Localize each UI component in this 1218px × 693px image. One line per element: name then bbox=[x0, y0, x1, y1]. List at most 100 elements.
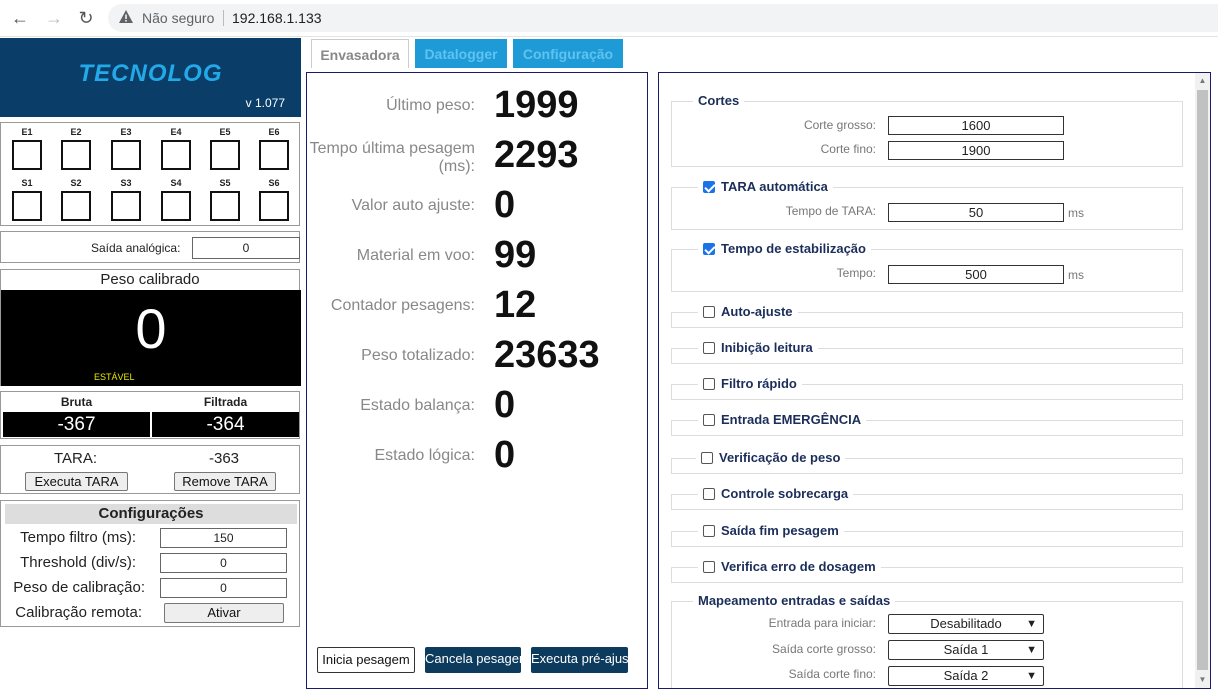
option-legend[interactable]: Filtro rápido bbox=[698, 376, 802, 391]
tab-configuracao[interactable]: Configuração bbox=[513, 39, 623, 68]
executa-pre-ajuste-button[interactable]: Executa pré-ajuste bbox=[531, 647, 628, 673]
tara-value: -363 bbox=[209, 450, 240, 467]
vertical-scrollbar[interactable]: ▲ ▼ bbox=[1195, 73, 1210, 688]
analog-output-label: Saída analógica: bbox=[91, 241, 181, 255]
option-legend[interactable]: Auto-ajuste bbox=[698, 304, 798, 319]
scroll-down-icon[interactable]: ▼ bbox=[1195, 675, 1210, 684]
address-bar[interactable]: Não seguro 192.168.1.133 bbox=[108, 4, 1218, 32]
option-checkbox[interactable] bbox=[703, 525, 715, 537]
saida-corte-grosso-select[interactable]: Saída 1 ▼ bbox=[888, 640, 1044, 660]
output-indicator-s4[interactable] bbox=[161, 191, 191, 221]
tara-automatica-fieldset: TARA automática Tempo de TARA: 50 ms bbox=[671, 179, 1183, 230]
input-label-e4: E4 bbox=[170, 127, 182, 137]
metric-value: 0 bbox=[494, 434, 516, 476]
remove-tara-button[interactable]: Remove TARA bbox=[174, 472, 276, 491]
option-legend[interactable]: Inibição leitura bbox=[698, 340, 818, 355]
inicia-pesagem-button[interactable]: Inicia pesagem bbox=[317, 647, 415, 673]
tempo-estabilizacao-input[interactable]: 500 bbox=[888, 265, 1064, 284]
peso-calibracao-input[interactable]: 0 bbox=[160, 578, 287, 598]
mapeamento-fieldset: Mapeamento entradas e saídas Entrada par… bbox=[671, 593, 1183, 688]
security-label[interactable]: Não seguro bbox=[142, 10, 214, 26]
back-arrow-icon[interactable]: ← bbox=[8, 6, 32, 30]
filtrada-value: -364 bbox=[152, 412, 299, 437]
output-indicator-s6[interactable] bbox=[259, 191, 289, 221]
option-checkbox[interactable] bbox=[703, 306, 715, 318]
option-legend[interactable]: Verifica erro de dosagem bbox=[698, 559, 881, 574]
input-label-e2: E2 bbox=[70, 127, 82, 137]
input-indicator-e3 bbox=[111, 140, 141, 170]
output-indicator-s1[interactable] bbox=[12, 191, 42, 221]
estabilizacao-legend: Tempo de estabilização bbox=[698, 241, 871, 256]
output-indicator-s5[interactable] bbox=[210, 191, 240, 221]
metric-value: 23633 bbox=[494, 334, 600, 376]
option-fieldset: Inibição leitura bbox=[671, 340, 1183, 364]
entrada-iniciar-value: Desabilitado bbox=[930, 616, 1002, 631]
tara-automatica-legend: TARA automática bbox=[698, 179, 833, 194]
option-checkbox[interactable] bbox=[703, 414, 715, 426]
configuracoes-title: Configurações bbox=[5, 504, 297, 524]
config-label-threshold: Threshold (div/s): bbox=[20, 554, 136, 571]
tara-label: TARA: bbox=[54, 450, 98, 467]
option-fieldset: Auto-ajuste bbox=[671, 304, 1183, 328]
ativar-button[interactable]: Ativar bbox=[164, 603, 284, 623]
saida-corte-grosso-label: Saída corte grosso: bbox=[771, 642, 876, 656]
output-indicator-s3[interactable] bbox=[111, 191, 141, 221]
option-fieldset: Entrada EMERGÊNCIA bbox=[671, 412, 1183, 436]
tab-datalogger[interactable]: Datalogger bbox=[415, 39, 507, 68]
url-text[interactable]: 192.168.1.133 bbox=[232, 10, 322, 26]
peso-calibrado-panel: Peso calibrado 0 ESTÁVEL bbox=[0, 269, 301, 386]
option-checkbox[interactable] bbox=[701, 452, 713, 464]
peso-display: 0 ESTÁVEL bbox=[1, 290, 301, 386]
tab-envasadora[interactable]: Envasadora bbox=[311, 39, 409, 68]
entrada-iniciar-select[interactable]: Desabilitado ▼ bbox=[888, 614, 1044, 634]
tempo-tara-input[interactable]: 50 bbox=[888, 203, 1064, 222]
output-label-s1: S1 bbox=[21, 178, 33, 188]
config-label-peso-calibracao: Peso de calibração: bbox=[13, 579, 145, 596]
option-checkbox[interactable] bbox=[703, 378, 715, 390]
forward-arrow-icon[interactable]: → bbox=[42, 6, 66, 30]
corte-fino-input[interactable]: 1900 bbox=[888, 141, 1064, 160]
left-panel: TECNOLOG v 1.077 E1 E2 E3 E4 E5 E6 S1 S2 S3 S4 S5 S… bbox=[0, 38, 301, 693]
peso-calibrado-title: Peso calibrado bbox=[100, 271, 200, 288]
option-legend[interactable]: Entrada EMERGÊNCIA bbox=[698, 412, 867, 427]
option-legend[interactable]: Controle sobrecarga bbox=[698, 486, 854, 501]
analog-output-row: Saída analógica: 0 bbox=[0, 231, 300, 263]
estabilizacao-fieldset: Tempo de estabilização Tempo: 500 ms bbox=[671, 241, 1183, 292]
chevron-down-icon: ▼ bbox=[1026, 618, 1037, 630]
executa-tara-button[interactable]: Executa TARA bbox=[25, 472, 128, 491]
output-label-s3: S3 bbox=[120, 178, 132, 188]
scroll-up-icon[interactable]: ▲ bbox=[1195, 76, 1210, 85]
analog-output-field[interactable]: 0 bbox=[192, 237, 300, 259]
tara-automatica-checkbox[interactable] bbox=[703, 181, 715, 193]
estabilizacao-label: Tempo de estabilização bbox=[721, 241, 866, 256]
input-label-e6: E6 bbox=[268, 127, 280, 137]
cancela-pesagem-button[interactable]: Cancela pesagem bbox=[425, 647, 521, 673]
option-label: Verifica erro de dosagem bbox=[721, 559, 876, 574]
tempo-estabilizacao-unit: ms bbox=[1068, 268, 1084, 282]
saida-corte-fino-select[interactable]: Saída 2 ▼ bbox=[888, 666, 1044, 686]
input-indicator-e6 bbox=[259, 140, 289, 170]
output-label-s2: S2 bbox=[70, 178, 82, 188]
threshold-input[interactable]: 0 bbox=[160, 553, 287, 573]
corte-grosso-input[interactable]: 1600 bbox=[888, 116, 1064, 135]
saida-corte-fino-value: Saída 2 bbox=[943, 668, 989, 683]
metric-label: Material em voo: bbox=[356, 247, 475, 264]
option-checkbox[interactable] bbox=[703, 561, 715, 573]
metric-value: 0 bbox=[494, 184, 516, 226]
metric-label: Tempo última pesagem (ms): bbox=[309, 140, 475, 175]
option-legend[interactable]: Saída fim pesagem bbox=[698, 523, 844, 538]
estabilizacao-checkbox[interactable] bbox=[703, 243, 715, 255]
option-label: Saída fim pesagem bbox=[721, 523, 839, 538]
option-label: Entrada EMERGÊNCIA bbox=[721, 412, 862, 427]
option-checkbox[interactable] bbox=[703, 488, 715, 500]
option-label: Verificação de peso bbox=[719, 450, 841, 465]
scrollbar-thumb[interactable] bbox=[1197, 90, 1208, 670]
option-fieldset: Verificação de peso bbox=[671, 450, 1183, 474]
reload-icon[interactable]: ↻ bbox=[74, 6, 98, 30]
option-legend[interactable]: Verificação de peso bbox=[696, 450, 846, 465]
input-indicator-e5 bbox=[210, 140, 240, 170]
option-checkbox[interactable] bbox=[703, 342, 715, 354]
output-indicator-s2[interactable] bbox=[61, 191, 91, 221]
tempo-filtro-input[interactable]: 150 bbox=[160, 528, 287, 548]
corte-grosso-label: Corte grosso: bbox=[803, 118, 876, 132]
